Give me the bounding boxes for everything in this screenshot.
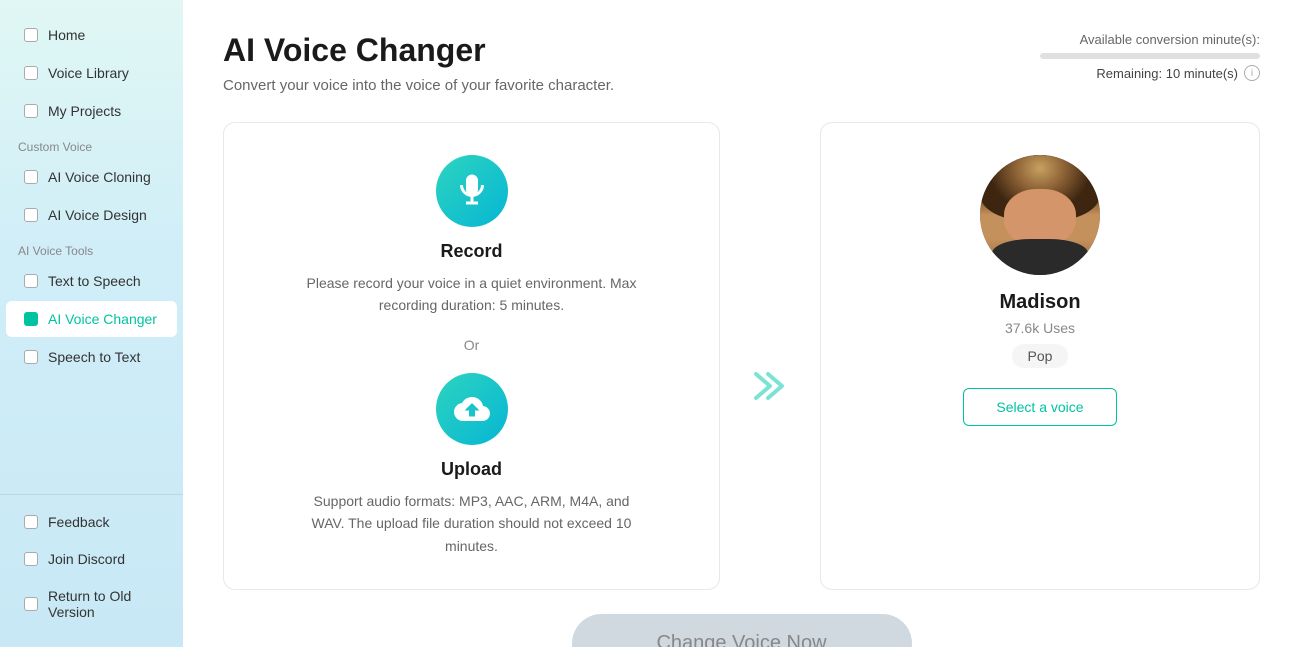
conversion-remaining: Remaining: 10 minute(s) i bbox=[1040, 65, 1260, 81]
sidebar-item-voice-library[interactable]: Voice Library bbox=[6, 55, 177, 91]
left-panel: Record Please record your voice in a qui… bbox=[223, 122, 720, 590]
record-title: Record bbox=[440, 241, 502, 262]
ai-voice-design-checkbox bbox=[24, 208, 38, 222]
voice-library-checkbox bbox=[24, 66, 38, 80]
remaining-text: Remaining: 10 minute(s) bbox=[1096, 66, 1238, 81]
voice-genre: Pop bbox=[1012, 344, 1069, 368]
return-old-checkbox bbox=[24, 597, 38, 611]
info-icon[interactable]: i bbox=[1244, 65, 1260, 81]
sidebar-label-text-to-speech: Text to Speech bbox=[48, 273, 141, 289]
sidebar-item-home[interactable]: Home bbox=[6, 17, 177, 53]
home-checkbox bbox=[24, 28, 38, 42]
ai-voice-tools-section-label: AI Voice Tools bbox=[0, 234, 183, 262]
sidebar-item-join-discord[interactable]: Join Discord bbox=[6, 541, 177, 577]
voice-uses: 37.6k Uses bbox=[1005, 320, 1075, 336]
sidebar-label-speech-to-text: Speech to Text bbox=[48, 349, 140, 365]
conversion-label: Available conversion minute(s): bbox=[1040, 32, 1260, 47]
or-divider: Or bbox=[464, 337, 480, 353]
sidebar: Home Voice Library My Projects Custom Vo… bbox=[0, 0, 183, 647]
sidebar-item-feedback[interactable]: Feedback bbox=[6, 504, 177, 540]
sidebar-label-ai-voice-cloning: AI Voice Cloning bbox=[48, 169, 151, 185]
my-projects-checkbox bbox=[24, 104, 38, 118]
record-icon-circle[interactable] bbox=[436, 155, 508, 227]
sidebar-item-ai-voice-cloning[interactable]: AI Voice Cloning bbox=[6, 159, 177, 195]
avatar-body bbox=[992, 239, 1088, 275]
text-to-speech-checkbox bbox=[24, 274, 38, 288]
right-panel: Madison 37.6k Uses Pop Select a voice bbox=[820, 122, 1260, 590]
change-voice-button[interactable]: Change Voice Now bbox=[572, 614, 912, 647]
voice-name: Madison bbox=[999, 291, 1080, 314]
select-voice-button[interactable]: Select a voice bbox=[963, 388, 1116, 426]
avatar-face bbox=[980, 155, 1100, 275]
conversion-info: Available conversion minute(s): Remainin… bbox=[1040, 32, 1260, 81]
arrow-chevrons bbox=[750, 366, 790, 406]
avatar-face-skin bbox=[1004, 189, 1076, 247]
content-row: Record Please record your voice in a qui… bbox=[223, 122, 1260, 590]
sidebar-label-feedback: Feedback bbox=[48, 514, 109, 530]
sidebar-item-speech-to-text[interactable]: Speech to Text bbox=[6, 339, 177, 375]
sidebar-label-return-old: Return to Old Version bbox=[48, 588, 159, 620]
ai-voice-changer-checkbox bbox=[24, 312, 38, 326]
sidebar-label-ai-voice-changer: AI Voice Changer bbox=[48, 311, 157, 327]
avatar bbox=[980, 155, 1100, 275]
sidebar-label-home: Home bbox=[48, 27, 85, 43]
feedback-checkbox bbox=[24, 515, 38, 529]
conversion-bar bbox=[1040, 53, 1260, 59]
custom-voice-section-label: Custom Voice bbox=[0, 130, 183, 158]
sidebar-bottom: Feedback Join Discord Return to Old Vers… bbox=[0, 494, 183, 631]
sidebar-label-voice-library: Voice Library bbox=[48, 65, 129, 81]
sidebar-label-my-projects: My Projects bbox=[48, 103, 121, 119]
sidebar-label-ai-voice-design: AI Voice Design bbox=[48, 207, 147, 223]
join-discord-checkbox bbox=[24, 552, 38, 566]
sidebar-item-my-projects[interactable]: My Projects bbox=[6, 93, 177, 129]
microphone-icon bbox=[454, 173, 490, 209]
sidebar-item-return-old[interactable]: Return to Old Version bbox=[6, 578, 177, 630]
upload-description: Support audio formats: MP3, AAC, ARM, M4… bbox=[302, 490, 642, 557]
forward-arrow-icon bbox=[750, 366, 790, 406]
upload-title: Upload bbox=[441, 459, 502, 480]
arrow-container bbox=[740, 122, 800, 590]
record-description: Please record your voice in a quiet envi… bbox=[302, 272, 642, 317]
sidebar-label-join-discord: Join Discord bbox=[48, 551, 125, 567]
sidebar-item-ai-voice-design[interactable]: AI Voice Design bbox=[6, 197, 177, 233]
upload-icon bbox=[454, 391, 490, 427]
sidebar-item-text-to-speech[interactable]: Text to Speech bbox=[6, 263, 177, 299]
sidebar-item-ai-voice-changer[interactable]: AI Voice Changer bbox=[6, 301, 177, 337]
upload-icon-circle[interactable] bbox=[436, 373, 508, 445]
main-content: AI Voice Changer Convert your voice into… bbox=[183, 0, 1300, 647]
speech-to-text-checkbox bbox=[24, 350, 38, 364]
ai-voice-cloning-checkbox bbox=[24, 170, 38, 184]
